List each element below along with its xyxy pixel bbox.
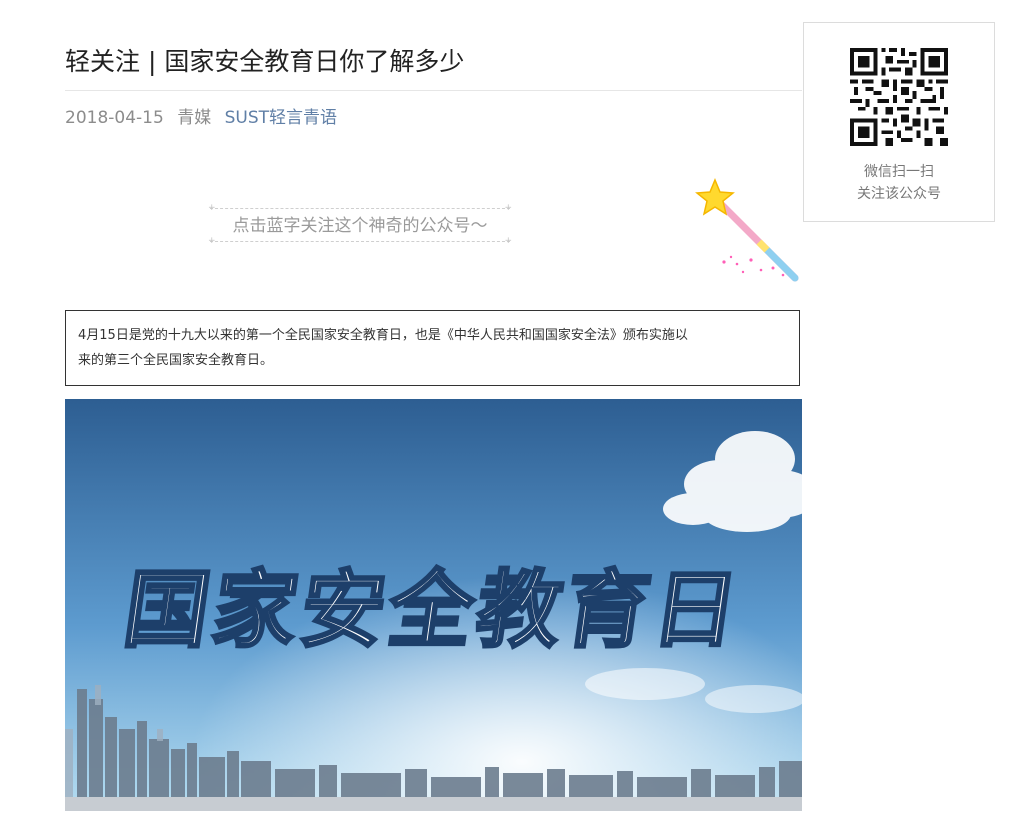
article-title: 轻关注 | 国家安全教育日你了解多少: [65, 44, 802, 91]
follow-hint-text: 点击蓝字关注这个神奇的公众号～: [232, 216, 488, 236]
corner-dot-icon: +: [208, 236, 216, 246]
author-name: 青媒: [177, 108, 212, 128]
qr-caption-line2: 关注该公众号: [857, 186, 941, 202]
follow-hint: + + 点击蓝字关注这个神奇的公众号～ + +: [208, 203, 512, 246]
hero-illustration: 国家安全教育日: [65, 399, 802, 811]
qr-code-panel: 微信扫一扫 关注该公众号: [803, 22, 995, 222]
intro-text-line: 4月15日是党的十九大以来的第一个全民国家安全教育日，也是《中华人民共和国国家安…: [78, 328, 688, 343]
qr-caption-line1: 微信扫一扫: [864, 164, 934, 180]
account-name-link[interactable]: SUST轻言青语: [225, 108, 337, 128]
intro-quote-box: 4月15日是党的十九大以来的第一个全民国家安全教育日，也是《中华人民共和国国家安…: [65, 310, 800, 386]
hero-title-text: 国家安全教育日: [118, 561, 748, 659]
corner-dot-icon: +: [208, 203, 216, 213]
article-meta: 2018-04-15 青媒 SUST轻言青语: [65, 106, 345, 130]
corner-dot-icon: +: [504, 203, 512, 213]
hero-image[interactable]: 国家安全教育日: [65, 399, 802, 811]
qr-caption: 微信扫一扫 关注该公众号: [804, 161, 994, 205]
qr-code[interactable]: [850, 48, 948, 146]
publish-date: 2018-04-15: [65, 108, 164, 128]
divider-top: [210, 208, 510, 210]
corner-dot-icon: +: [504, 236, 512, 246]
magic-wand-star-icon: [695, 178, 799, 282]
divider-bottom: [210, 241, 510, 243]
intro-text-line: 来的第三个全民国家安全教育日。: [78, 353, 274, 368]
